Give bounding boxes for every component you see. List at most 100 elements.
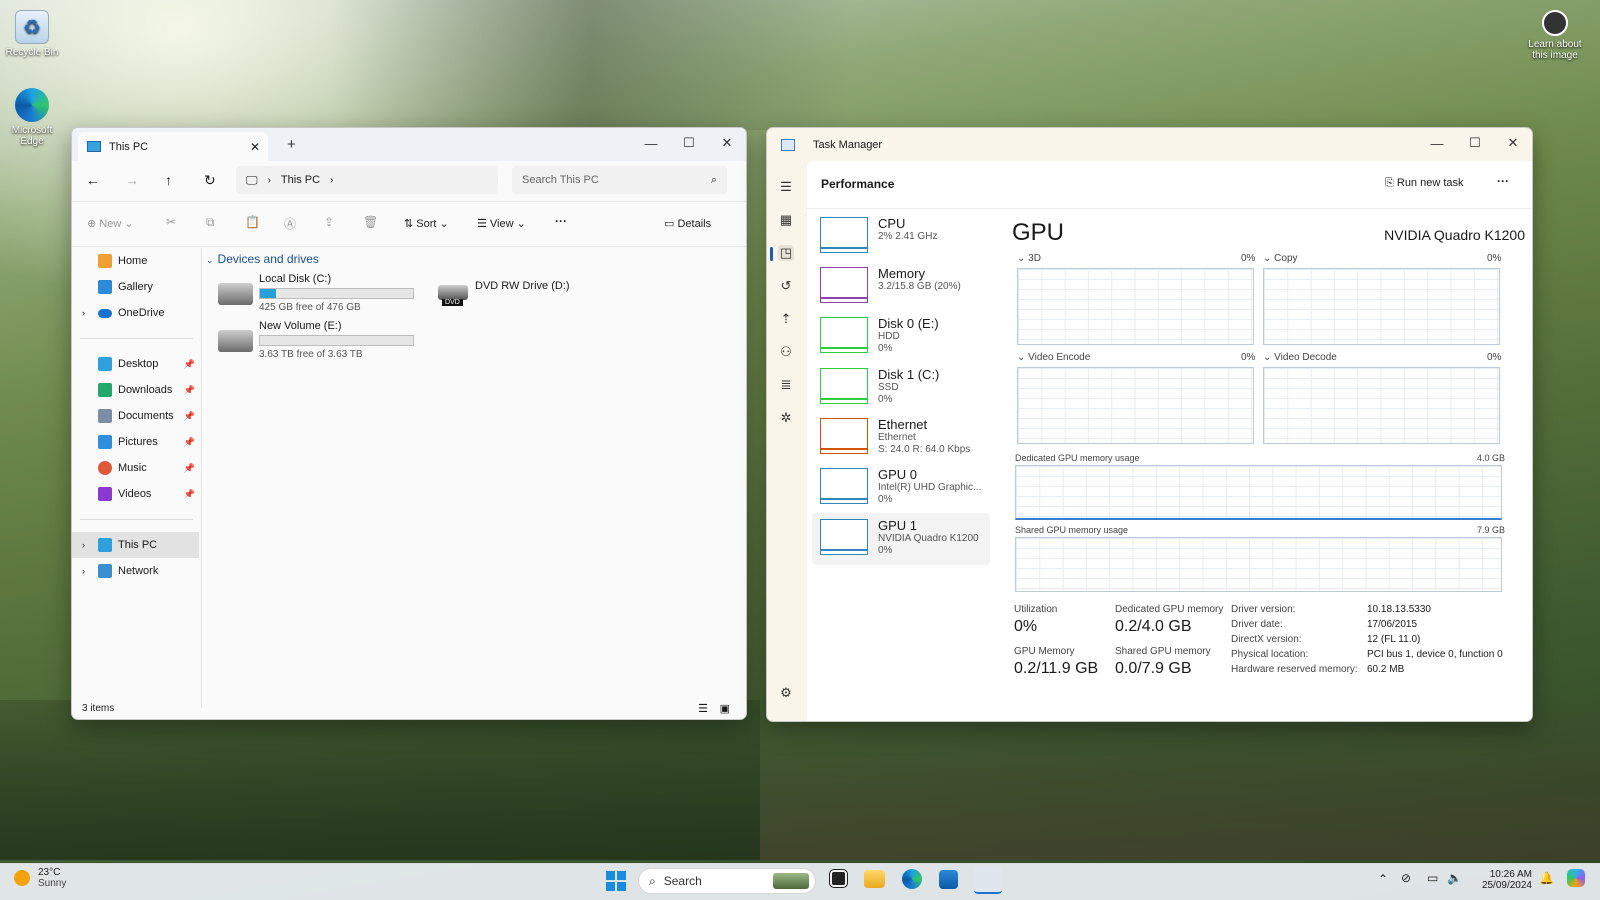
pin-icon: 📌 <box>183 488 195 499</box>
info-value: 12 (FL 11.0) <box>1367 634 1421 645</box>
nav-onedrive[interactable]: › OneDrive <box>72 300 201 326</box>
expand-icon[interactable]: › <box>82 566 85 576</box>
back-icon[interactable]: ← <box>86 172 100 188</box>
nav-downloads[interactable]: Downloads 📌 <box>72 377 201 403</box>
refresh-icon[interactable]: ↻ <box>204 172 216 189</box>
minimize-icon[interactable]: — <box>632 128 670 158</box>
edge-taskbar-icon[interactable] <box>902 869 922 889</box>
performance-icon[interactable]: ◳ <box>778 245 794 261</box>
gpu-detail: GPU NVIDIA Quadro K1200 ⌄ 3D 0% ⌄ Copy 0… <box>1012 209 1532 719</box>
task-view-icon[interactable] <box>829 869 848 888</box>
tab-close-icon[interactable]: ✕ <box>250 140 260 154</box>
gpu-memory-label: GPU Memory <box>1014 646 1075 657</box>
info-row: Driver date: 17/06/2015 <box>1231 619 1531 634</box>
recycle-bin-shortcut[interactable]: ♻ Recycle Bin <box>0 10 64 58</box>
weather-widget[interactable]: 23°C Sunny <box>14 867 66 889</box>
tile-view-icon[interactable]: ▣ <box>720 702 730 715</box>
forward-icon[interactable]: → <box>125 172 139 188</box>
more-options-icon[interactable]: ··· <box>1497 174 1509 188</box>
address-field[interactable]: 🖵 › This PC › <box>236 166 498 194</box>
sort-button[interactable]: ⇅ Sort ⌄ <box>404 217 449 230</box>
copilot-icon[interactable] <box>1567 869 1585 887</box>
info-row: DirectX version: 12 (FL 11.0) <box>1231 634 1531 649</box>
users-icon[interactable]: ⚇ <box>778 344 794 360</box>
resource-item-disk-1-c[interactable]: Disk 1 (C:) SSD 0% <box>812 362 990 414</box>
nav-this-pc[interactable]: › This PC <box>72 532 199 558</box>
chevron-up-icon[interactable]: ⌃ <box>1378 872 1388 886</box>
drive-c[interactable]: Local Disk (C:) 425 GB free of 476 GB <box>218 273 414 313</box>
minimize-icon[interactable]: — <box>1418 128 1456 158</box>
expand-icon[interactable]: › <box>82 308 85 318</box>
paste-icon[interactable]: 📋 <box>245 215 260 229</box>
nav-network-label: Network <box>118 565 159 577</box>
drive-e[interactable]: New Volume (E:) 3.63 TB free of 3.63 TB <box>218 320 414 360</box>
app-history-icon[interactable]: ↺ <box>778 278 794 294</box>
task-manager-taskbar-icon[interactable] <box>974 866 1002 894</box>
shared-usage-label: Shared GPU memory usage <box>1015 525 1129 535</box>
clock[interactable]: 10:26 AM 25/09/2024 <box>1470 869 1532 891</box>
search-field[interactable]: Search This PC ⌕ <box>512 166 727 194</box>
section-header[interactable]: ⌄ Devices and drives <box>206 252 319 266</box>
run-new-task-button[interactable]: ⎘ Run new task <box>1385 177 1464 190</box>
store-taskbar-icon[interactable] <box>939 870 958 889</box>
resource-item-gpu-1[interactable]: GPU 1 NVIDIA Quadro K1200 0% <box>812 513 990 565</box>
resource-item-gpu-0[interactable]: GPU 0 Intel(R) UHD Graphic... 0% <box>812 462 990 514</box>
nav-gallery[interactable]: Gallery <box>72 274 201 300</box>
bell-icon[interactable]: 🔔 <box>1539 871 1554 885</box>
details-button[interactable]: ▭ Details <box>664 217 711 230</box>
resource-item-memory[interactable]: Memory 3.2/15.8 GB (20%) <box>812 261 990 313</box>
resource-item-disk-0-e[interactable]: Disk 0 (E:) HDD 0% <box>812 311 990 363</box>
graph-video-encode <box>1017 367 1254 444</box>
maximize-icon[interactable]: ☐ <box>1456 128 1494 158</box>
info-key: Physical location: <box>1231 649 1309 660</box>
edge-shortcut[interactable]: Microsoft Edge <box>0 88 64 147</box>
nav-network[interactable]: › Network <box>72 558 201 584</box>
list-view-icon[interactable]: ☰ <box>698 702 708 715</box>
nav-home[interactable]: Home <box>72 248 201 274</box>
taskbar-search[interactable]: ⌕ Search <box>638 868 816 894</box>
breadcrumb[interactable]: This PC <box>281 174 320 186</box>
view-button[interactable]: ☰ View ⌄ <box>477 217 526 230</box>
drive-d[interactable]: DVD DVD RW Drive (D:) <box>434 275 570 306</box>
network-off-icon[interactable]: ⊘ <box>1401 871 1411 885</box>
volume-icon[interactable]: 🔈 <box>1447 871 1462 885</box>
nav-pictures[interactable]: Pictures 📌 <box>72 429 201 455</box>
nav-music[interactable]: Music 📌 <box>72 455 201 481</box>
search-icon: ⌕ <box>649 873 656 888</box>
nav-videos[interactable]: Videos 📌 <box>72 481 201 507</box>
page-title: Performance <box>821 177 895 191</box>
file-explorer-taskbar-icon[interactable] <box>864 870 885 888</box>
services-icon[interactable]: ✲ <box>778 410 794 426</box>
nav-documents[interactable]: Documents 📌 <box>72 403 201 429</box>
info-row: Physical location: PCI bus 1, device 0, f… <box>1231 649 1531 664</box>
info-key: Hardware reserved memory: <box>1231 664 1358 675</box>
driver-info: Driver version: 10.18.13.5330 Driver date:… <box>1231 604 1531 679</box>
graph-3d-pct: 0% <box>1241 253 1256 264</box>
nav-desktop[interactable]: Desktop 📌 <box>72 351 201 377</box>
close-icon[interactable]: ✕ <box>1494 128 1532 158</box>
rename-icon[interactable]: Ⓐ <box>284 215 296 232</box>
maximize-icon[interactable]: ☐ <box>670 128 708 158</box>
settings-icon[interactable]: ⚙ <box>778 685 794 701</box>
new-button[interactable]: ⊕ New ⌄ <box>87 217 134 230</box>
resource-item-cpu[interactable]: CPU 2% 2.41 GHz <box>812 211 990 263</box>
share-icon[interactable]: ⇪ <box>324 215 334 229</box>
display-icon[interactable]: ▭ <box>1427 871 1438 885</box>
start-button[interactable] <box>606 871 626 891</box>
more-icon[interactable]: ··· <box>555 214 567 228</box>
details-icon[interactable]: ≣ <box>778 377 794 393</box>
startup-icon[interactable]: ⇡ <box>778 311 794 327</box>
temperature: 23°C <box>38 867 61 878</box>
resource-item-ethernet[interactable]: Ethernet Ethernet S: 24.0 R: 64.0 Kbps <box>812 412 990 464</box>
up-icon[interactable]: ↑ <box>165 172 172 188</box>
close-icon[interactable]: ✕ <box>708 128 746 158</box>
expand-icon[interactable]: › <box>82 540 85 550</box>
explorer-tab[interactable]: This PC ✕ <box>78 132 268 161</box>
delete-icon[interactable]: 🗑 <box>363 215 378 229</box>
new-tab-icon[interactable]: + <box>287 136 296 153</box>
cut-icon[interactable]: ✂ <box>166 215 176 229</box>
copy-icon[interactable]: ⧉ <box>206 215 215 230</box>
learn-about-image[interactable]: Learn about this image <box>1519 10 1591 61</box>
processes-icon[interactable]: ▦ <box>778 212 794 228</box>
hamburger-icon[interactable]: ☰ <box>778 179 794 195</box>
